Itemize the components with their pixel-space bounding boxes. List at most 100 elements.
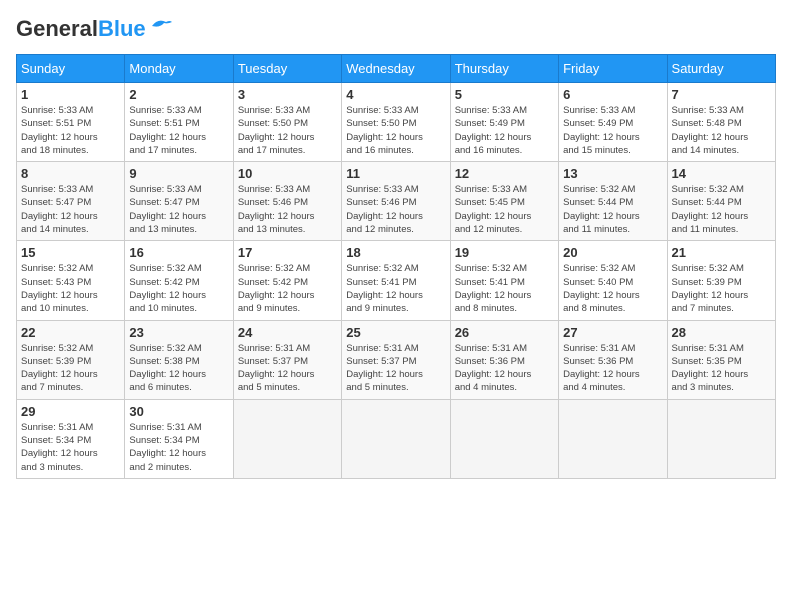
calendar-day-header: Monday xyxy=(125,55,233,83)
day-info: Sunrise: 5:33 AM Sunset: 5:51 PM Dayligh… xyxy=(129,104,228,157)
calendar-body: 1 Sunrise: 5:33 AM Sunset: 5:51 PM Daylig… xyxy=(17,83,776,479)
day-number: 13 xyxy=(563,166,662,181)
calendar-day-cell: 4 Sunrise: 5:33 AM Sunset: 5:50 PM Daylig… xyxy=(342,83,450,162)
day-info: Sunrise: 5:33 AM Sunset: 5:50 PM Dayligh… xyxy=(346,104,445,157)
day-number: 8 xyxy=(21,166,120,181)
calendar-week-row: 29 Sunrise: 5:31 AM Sunset: 5:34 PM Dayli… xyxy=(17,399,776,478)
calendar-table: SundayMondayTuesdayWednesdayThursdayFrid… xyxy=(16,54,776,479)
day-info: Sunrise: 5:33 AM Sunset: 5:48 PM Dayligh… xyxy=(672,104,771,157)
day-info: Sunrise: 5:32 AM Sunset: 5:41 PM Dayligh… xyxy=(346,262,445,315)
calendar-day-cell: 21 Sunrise: 5:32 AM Sunset: 5:39 PM Dayli… xyxy=(667,241,775,320)
day-info: Sunrise: 5:32 AM Sunset: 5:42 PM Dayligh… xyxy=(129,262,228,315)
day-number: 22 xyxy=(21,325,120,340)
calendar-week-row: 8 Sunrise: 5:33 AM Sunset: 5:47 PM Daylig… xyxy=(17,162,776,241)
day-number: 21 xyxy=(672,245,771,260)
day-info: Sunrise: 5:33 AM Sunset: 5:50 PM Dayligh… xyxy=(238,104,337,157)
calendar-day-cell: 8 Sunrise: 5:33 AM Sunset: 5:47 PM Daylig… xyxy=(17,162,125,241)
day-info: Sunrise: 5:33 AM Sunset: 5:46 PM Dayligh… xyxy=(346,183,445,236)
calendar-day-cell: 24 Sunrise: 5:31 AM Sunset: 5:37 PM Dayli… xyxy=(233,320,341,399)
calendar-day-header: Wednesday xyxy=(342,55,450,83)
day-number: 23 xyxy=(129,325,228,340)
calendar-day-cell: 10Sunrise: 5:33 AM Sunset: 5:46 PM Dayli… xyxy=(233,162,341,241)
day-number: 20 xyxy=(563,245,662,260)
day-number: 4 xyxy=(346,87,445,102)
day-number: 25 xyxy=(346,325,445,340)
day-info: Sunrise: 5:33 AM Sunset: 5:49 PM Dayligh… xyxy=(563,104,662,157)
day-number: 1 xyxy=(21,87,120,102)
day-info: Sunrise: 5:31 AM Sunset: 5:36 PM Dayligh… xyxy=(455,342,554,395)
day-number: 2 xyxy=(129,87,228,102)
logo-bird-icon xyxy=(150,16,174,34)
day-info: Sunrise: 5:31 AM Sunset: 5:34 PM Dayligh… xyxy=(21,421,120,474)
calendar-day-cell: 20 Sunrise: 5:32 AM Sunset: 5:40 PM Dayli… xyxy=(559,241,667,320)
day-number: 6 xyxy=(563,87,662,102)
calendar-day-header: Friday xyxy=(559,55,667,83)
day-info: Sunrise: 5:32 AM Sunset: 5:44 PM Dayligh… xyxy=(563,183,662,236)
day-info: Sunrise: 5:32 AM Sunset: 5:39 PM Dayligh… xyxy=(672,262,771,315)
calendar-day-cell: 12Sunrise: 5:33 AM Sunset: 5:45 PM Dayli… xyxy=(450,162,558,241)
calendar-day-cell: 27 Sunrise: 5:31 AM Sunset: 5:36 PM Dayli… xyxy=(559,320,667,399)
day-number: 14 xyxy=(672,166,771,181)
calendar-day-header: Thursday xyxy=(450,55,558,83)
day-number: 16 xyxy=(129,245,228,260)
calendar-day-cell: 17 Sunrise: 5:32 AM Sunset: 5:42 PM Dayli… xyxy=(233,241,341,320)
day-info: Sunrise: 5:33 AM Sunset: 5:47 PM Dayligh… xyxy=(21,183,120,236)
calendar-day-cell: 28 Sunrise: 5:31 AM Sunset: 5:35 PM Dayli… xyxy=(667,320,775,399)
calendar-day-cell: 9Sunrise: 5:33 AM Sunset: 5:47 PM Daylig… xyxy=(125,162,233,241)
day-info: Sunrise: 5:33 AM Sunset: 5:46 PM Dayligh… xyxy=(238,183,337,236)
day-number: 28 xyxy=(672,325,771,340)
calendar-day-cell xyxy=(667,399,775,478)
day-info: Sunrise: 5:31 AM Sunset: 5:34 PM Dayligh… xyxy=(129,421,228,474)
calendar-day-cell xyxy=(342,399,450,478)
day-info: Sunrise: 5:32 AM Sunset: 5:38 PM Dayligh… xyxy=(129,342,228,395)
day-info: Sunrise: 5:32 AM Sunset: 5:41 PM Dayligh… xyxy=(455,262,554,315)
calendar-day-header: Saturday xyxy=(667,55,775,83)
calendar-day-cell xyxy=(450,399,558,478)
day-info: Sunrise: 5:33 AM Sunset: 5:49 PM Dayligh… xyxy=(455,104,554,157)
logo: GeneralBlue xyxy=(16,16,174,42)
day-info: Sunrise: 5:31 AM Sunset: 5:37 PM Dayligh… xyxy=(238,342,337,395)
calendar-day-cell: 3 Sunrise: 5:33 AM Sunset: 5:50 PM Daylig… xyxy=(233,83,341,162)
calendar-header-row: SundayMondayTuesdayWednesdayThursdayFrid… xyxy=(17,55,776,83)
calendar-week-row: 1 Sunrise: 5:33 AM Sunset: 5:51 PM Daylig… xyxy=(17,83,776,162)
day-number: 30 xyxy=(129,404,228,419)
page-header: GeneralBlue xyxy=(16,16,776,42)
day-number: 26 xyxy=(455,325,554,340)
calendar-day-cell: 13 Sunrise: 5:32 AM Sunset: 5:44 PM Dayli… xyxy=(559,162,667,241)
day-number: 19 xyxy=(455,245,554,260)
calendar-day-header: Sunday xyxy=(17,55,125,83)
calendar-day-cell: 6 Sunrise: 5:33 AM Sunset: 5:49 PM Daylig… xyxy=(559,83,667,162)
day-info: Sunrise: 5:32 AM Sunset: 5:39 PM Dayligh… xyxy=(21,342,120,395)
day-info: Sunrise: 5:33 AM Sunset: 5:47 PM Dayligh… xyxy=(129,183,228,236)
calendar-day-cell xyxy=(233,399,341,478)
day-number: 3 xyxy=(238,87,337,102)
calendar-day-cell: 16 Sunrise: 5:32 AM Sunset: 5:42 PM Dayli… xyxy=(125,241,233,320)
calendar-day-header: Tuesday xyxy=(233,55,341,83)
day-info: Sunrise: 5:31 AM Sunset: 5:36 PM Dayligh… xyxy=(563,342,662,395)
calendar-day-cell: 25 Sunrise: 5:31 AM Sunset: 5:37 PM Dayli… xyxy=(342,320,450,399)
day-number: 27 xyxy=(563,325,662,340)
calendar-day-cell: 15Sunrise: 5:32 AM Sunset: 5:43 PM Dayli… xyxy=(17,241,125,320)
day-info: Sunrise: 5:31 AM Sunset: 5:35 PM Dayligh… xyxy=(672,342,771,395)
day-info: Sunrise: 5:32 AM Sunset: 5:40 PM Dayligh… xyxy=(563,262,662,315)
calendar-day-cell: 18 Sunrise: 5:32 AM Sunset: 5:41 PM Dayli… xyxy=(342,241,450,320)
calendar-day-cell: 23 Sunrise: 5:32 AM Sunset: 5:38 PM Dayli… xyxy=(125,320,233,399)
day-number: 18 xyxy=(346,245,445,260)
day-number: 29 xyxy=(21,404,120,419)
day-number: 7 xyxy=(672,87,771,102)
day-info: Sunrise: 5:32 AM Sunset: 5:42 PM Dayligh… xyxy=(238,262,337,315)
day-number: 17 xyxy=(238,245,337,260)
day-number: 15 xyxy=(21,245,120,260)
calendar-day-cell: 30 Sunrise: 5:31 AM Sunset: 5:34 PM Dayli… xyxy=(125,399,233,478)
day-info: Sunrise: 5:33 AM Sunset: 5:51 PM Dayligh… xyxy=(21,104,120,157)
calendar-day-cell: 7 Sunrise: 5:33 AM Sunset: 5:48 PM Daylig… xyxy=(667,83,775,162)
calendar-day-cell xyxy=(559,399,667,478)
calendar-day-cell: 2 Sunrise: 5:33 AM Sunset: 5:51 PM Daylig… xyxy=(125,83,233,162)
calendar-day-cell: 5Sunrise: 5:33 AM Sunset: 5:49 PM Daylig… xyxy=(450,83,558,162)
calendar-week-row: 22 Sunrise: 5:32 AM Sunset: 5:39 PM Dayli… xyxy=(17,320,776,399)
calendar-day-cell: 1 Sunrise: 5:33 AM Sunset: 5:51 PM Daylig… xyxy=(17,83,125,162)
day-number: 24 xyxy=(238,325,337,340)
calendar-day-cell: 26 Sunrise: 5:31 AM Sunset: 5:36 PM Dayli… xyxy=(450,320,558,399)
day-info: Sunrise: 5:31 AM Sunset: 5:37 PM Dayligh… xyxy=(346,342,445,395)
logo-text: GeneralBlue xyxy=(16,16,146,42)
